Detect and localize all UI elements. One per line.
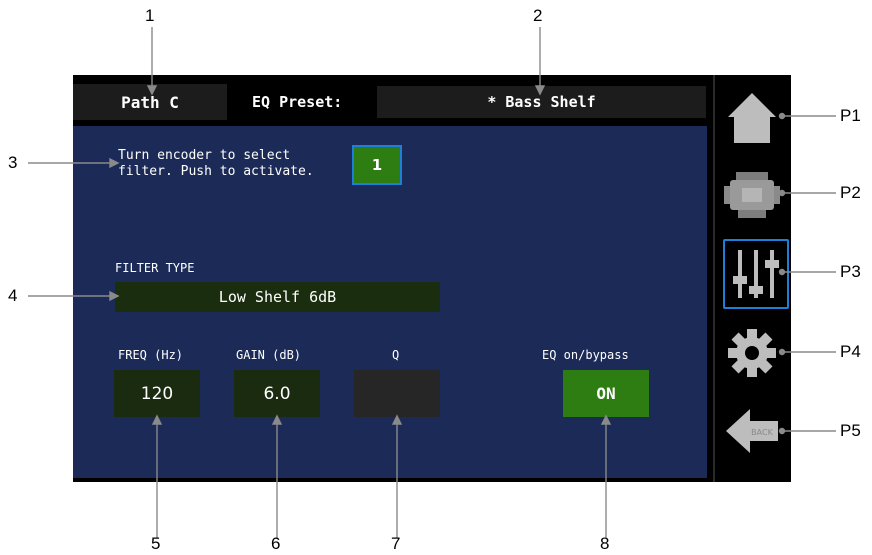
callout-5: 5: [151, 534, 161, 553]
callout-lines: [28, 27, 836, 538]
callout-7: 7: [391, 534, 401, 553]
callout-p2: P2: [840, 183, 861, 202]
callout-p5: P5: [840, 421, 861, 440]
callout-p4: P4: [840, 342, 861, 361]
callout-4: 4: [8, 286, 18, 305]
callout-6: 6: [271, 534, 281, 553]
callout-8: 8: [600, 534, 610, 553]
callout-p1: P1: [840, 106, 861, 125]
callout-p3: P3: [840, 262, 861, 281]
callout-2: 2: [533, 6, 543, 25]
callout-1: 1: [145, 6, 155, 25]
callout-3: 3: [8, 153, 18, 172]
